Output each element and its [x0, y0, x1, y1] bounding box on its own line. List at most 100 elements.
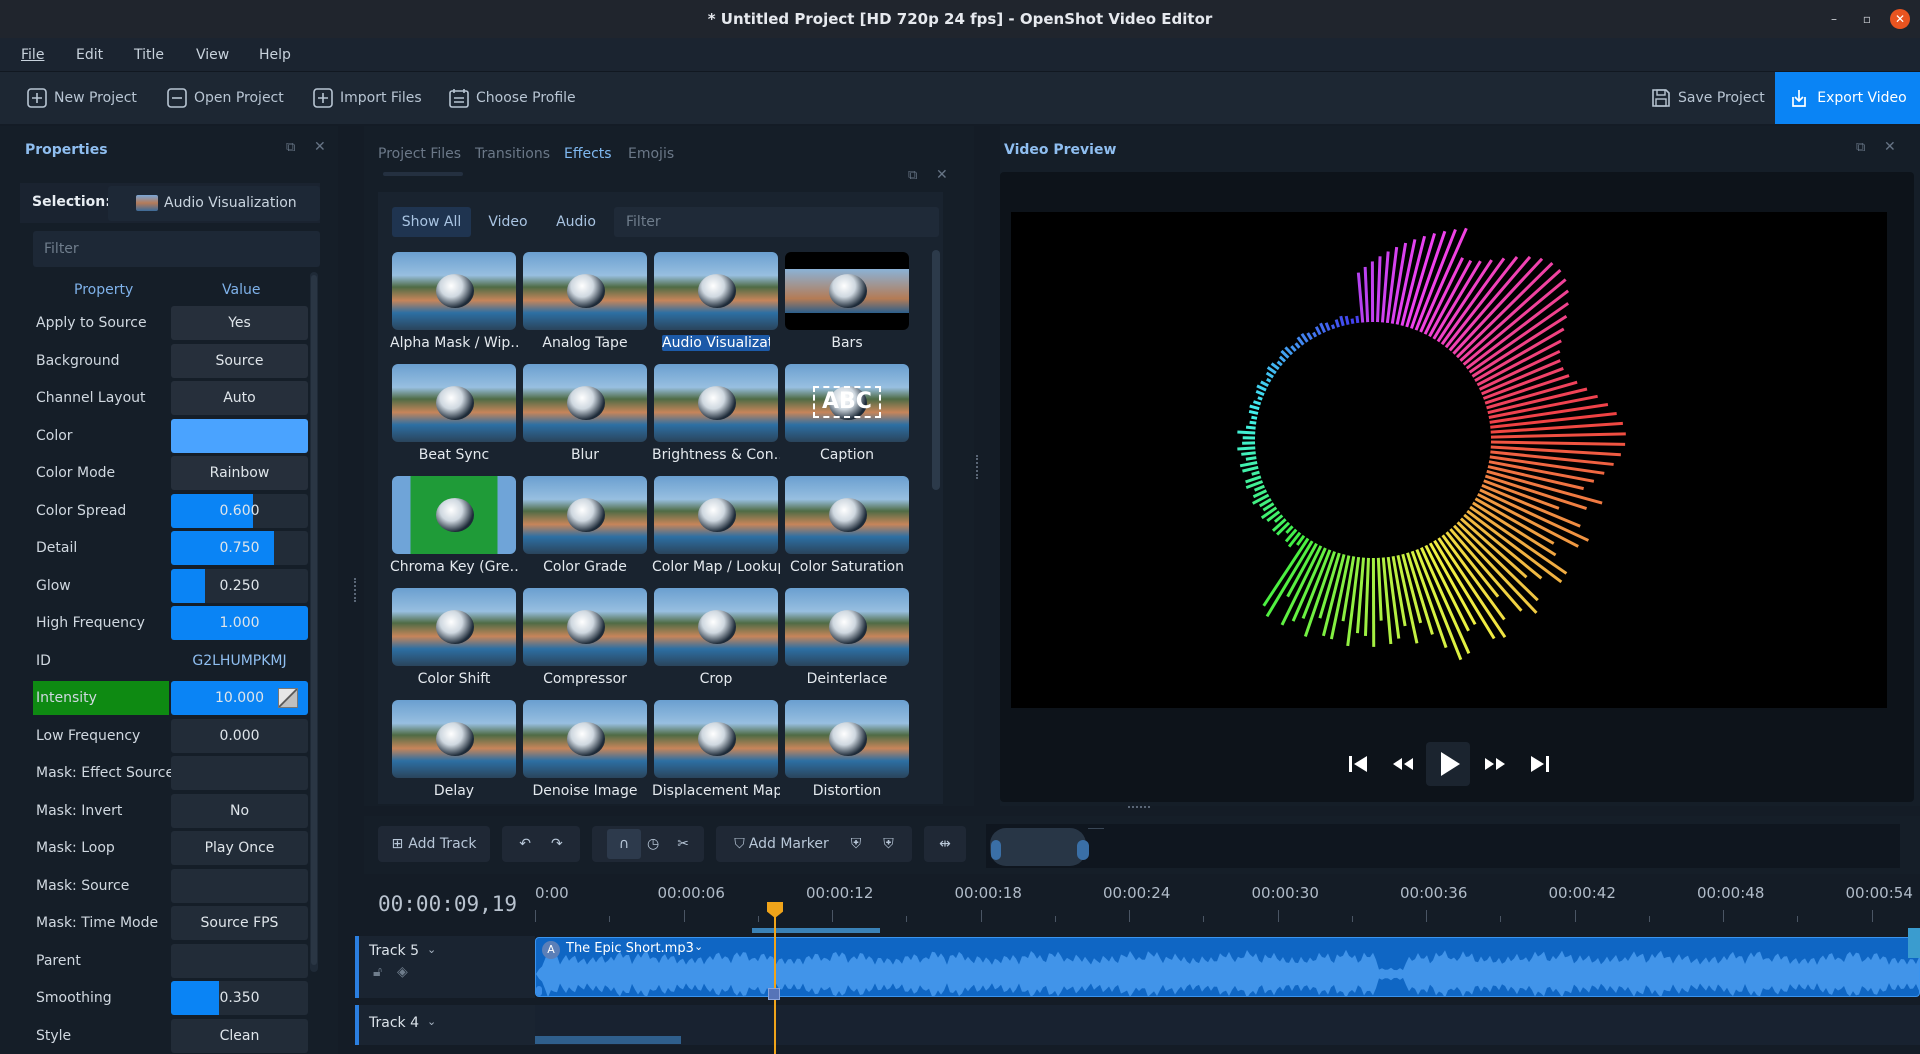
property-value[interactable]: No — [171, 793, 308, 828]
choose-profile-button[interactable]: Choose Profile — [448, 86, 576, 110]
open-project-button[interactable]: Open Project — [166, 86, 284, 110]
effect-item[interactable]: Audio Visualization — [652, 252, 780, 360]
property-value[interactable] — [171, 756, 308, 790]
property-value[interactable]: 0.250 — [171, 568, 308, 603]
property-value[interactable]: 0.000 — [171, 718, 308, 753]
clip-left-handle[interactable] — [536, 986, 542, 996]
keyframe-curve-icon[interactable] — [278, 688, 298, 708]
import-files-button[interactable]: Import Files — [312, 86, 422, 110]
fast-forward-button[interactable] — [1482, 752, 1508, 780]
property-value[interactable]: 0.750 — [171, 531, 308, 565]
filter-audio[interactable]: Audio — [548, 207, 604, 237]
zoom-left-grip[interactable] — [991, 840, 1001, 860]
effect-item[interactable]: Deinterlace — [783, 588, 911, 696]
save-project-button[interactable]: Save Project — [1650, 86, 1765, 110]
property-value[interactable] — [171, 868, 308, 903]
menu-help[interactable]: Help — [259, 47, 291, 63]
clip-menu-icon[interactable]: ⌄ — [694, 940, 703, 953]
redo-icon[interactable]: ↷ — [551, 836, 563, 852]
jump-end-button[interactable] — [1528, 752, 1552, 780]
keyframe-marker[interactable] — [768, 988, 780, 1000]
play-button[interactable] — [1426, 742, 1470, 786]
column-property[interactable]: Property — [74, 282, 133, 298]
selection-dropdown[interactable]: Audio Visualization — [108, 186, 320, 221]
effect-item[interactable]: Color Grade — [521, 476, 649, 584]
zoom-range-handle[interactable] — [990, 828, 1086, 866]
timeline-zoom-overview[interactable] — [986, 824, 1900, 868]
keyframe-icon[interactable]: ◈ — [397, 964, 408, 980]
undo-icon[interactable]: ↶ — [519, 836, 531, 852]
effect-item[interactable]: Alpha Mask / Wip… — [390, 252, 518, 360]
menu-edit[interactable]: Edit — [76, 47, 103, 63]
property-value[interactable]: 1.000 — [171, 606, 308, 640]
new-project-button[interactable]: New Project — [26, 86, 137, 110]
effect-item[interactable]: Displacement Map — [652, 700, 780, 808]
property-value[interactable]: Clean — [171, 1018, 308, 1053]
horizontal-splitter-handle[interactable] — [1128, 806, 1150, 809]
menu-view[interactable]: View — [196, 47, 229, 63]
track-5-menu-icon[interactable]: ⌄ — [427, 943, 436, 956]
effect-item[interactable]: Color Saturation — [783, 476, 911, 584]
add-track-button[interactable]: ⊞ Add Track — [378, 826, 490, 862]
close-panel-icon[interactable]: ✕ — [314, 139, 326, 155]
effect-item[interactable]: Compressor — [521, 588, 649, 696]
tab-transitions[interactable]: Transitions — [475, 146, 550, 162]
effect-item[interactable]: Analog Tape — [521, 252, 649, 360]
tab-emojis[interactable]: Emojis — [628, 146, 674, 162]
effects-float-icon[interactable]: ⧉ — [908, 168, 917, 183]
property-value[interactable]: Source — [171, 343, 308, 378]
effect-item[interactable]: Beat Sync — [390, 364, 518, 472]
effect-item[interactable]: Crop — [652, 588, 780, 696]
effect-item[interactable]: ABC Caption — [783, 364, 911, 472]
effects-scrollbar[interactable] — [932, 250, 940, 490]
property-value[interactable]: 0.350 — [171, 981, 308, 1015]
effects-close-icon[interactable]: ✕ — [936, 167, 948, 183]
effect-item[interactable]: Chroma Key (Gre… — [390, 476, 518, 584]
rewind-button[interactable] — [1390, 752, 1416, 780]
effect-item[interactable]: Bars — [783, 252, 911, 360]
timing-icon[interactable]: ◷ — [647, 836, 659, 852]
menu-title[interactable]: Title — [134, 47, 164, 63]
filter-video[interactable]: Video — [480, 207, 536, 237]
property-value[interactable]: Auto — [171, 381, 308, 415]
property-value[interactable]: Rainbow — [171, 456, 308, 490]
preview-close-icon[interactable]: ✕ — [1884, 139, 1896, 155]
property-value[interactable] — [171, 943, 308, 978]
track-4-lane[interactable] — [535, 1005, 1920, 1045]
property-value[interactable]: 0.600 — [171, 493, 308, 528]
close-button[interactable]: ✕ — [1890, 9, 1910, 29]
playhead-line[interactable] — [774, 904, 776, 1054]
snap-icon[interactable]: ∩ — [607, 829, 642, 859]
lock-icon[interactable]: 🔓︎ — [373, 964, 382, 980]
effect-item[interactable]: Delay — [390, 700, 518, 808]
effects-filter-input[interactable]: Filter — [614, 207, 939, 237]
razor-icon[interactable]: ✂ — [677, 836, 689, 852]
export-video-button[interactable]: Export Video — [1775, 72, 1920, 124]
float-icon[interactable]: ⧉ — [286, 140, 295, 155]
tab-effects[interactable]: Effects — [564, 146, 612, 162]
next-marker-icon[interactable]: ⛨ — [883, 836, 894, 852]
add-marker-label[interactable]: Add Marker — [749, 836, 829, 852]
effect-item[interactable]: Brightness & Con… — [652, 364, 780, 472]
center-splitter-handle[interactable] — [976, 455, 979, 479]
property-value[interactable]: Play Once — [171, 831, 308, 865]
preview-float-icon[interactable]: ⧉ — [1856, 140, 1865, 155]
filter-show-all[interactable]: Show All — [392, 207, 471, 237]
center-timeline-button[interactable]: ⇹ — [924, 826, 966, 862]
effect-item[interactable]: Color Map / Lookup — [652, 476, 780, 584]
property-value[interactable]: Yes — [171, 306, 308, 340]
effect-item[interactable]: Denoise Image — [521, 700, 649, 808]
horizontal-scrollbar-thumb[interactable] — [535, 1036, 681, 1044]
property-value[interactable]: Source FPS — [171, 906, 308, 940]
effect-item[interactable]: Blur — [521, 364, 649, 472]
left-splitter-handle[interactable] — [354, 578, 357, 602]
properties-scrollbar-thumb[interactable] — [311, 275, 317, 965]
color-swatch[interactable] — [171, 418, 308, 453]
effect-item[interactable]: Color Shift — [390, 588, 518, 696]
maximize-button[interactable]: ▫ — [1857, 9, 1877, 29]
effect-item[interactable]: Distortion — [783, 700, 911, 808]
tab-project-files[interactable]: Project Files — [378, 146, 461, 162]
jump-start-button[interactable] — [1346, 752, 1370, 780]
column-value[interactable]: Value — [222, 282, 260, 298]
property-value[interactable]: 10.000 — [171, 681, 308, 715]
